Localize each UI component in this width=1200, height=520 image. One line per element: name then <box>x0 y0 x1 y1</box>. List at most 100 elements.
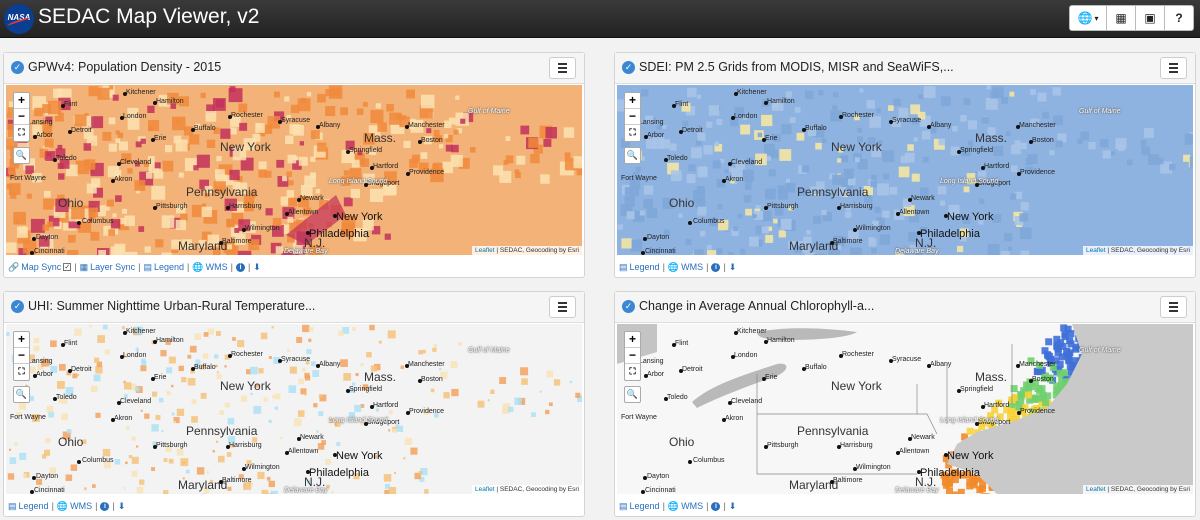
help-button[interactable]: ? <box>1164 5 1194 31</box>
layout-grid-button[interactable]: ▦ <box>1106 5 1136 31</box>
fullscreen-button[interactable]: ⛶ <box>625 364 640 380</box>
map-label-springfield: Springfield <box>960 386 994 393</box>
fullscreen-button[interactable]: ⛶ <box>625 125 640 141</box>
zoom-out-button[interactable]: − <box>14 348 29 364</box>
panel-footer: 🔗 Map Sync ✓ | ▦ Layer Sync | ▤ Legend |… <box>8 261 261 273</box>
city-marker <box>837 445 841 449</box>
map-label-boston: Boston <box>1032 137 1054 144</box>
image-export-button[interactable]: ▣ <box>1135 5 1165 31</box>
panel-footer: ▤ Legend | 🌐 WMS | i | ⬇ <box>619 500 737 512</box>
wms-link[interactable]: WMS <box>206 262 228 272</box>
wms-link[interactable]: WMS <box>70 501 92 511</box>
city-marker <box>242 467 246 471</box>
leaflet-link[interactable]: Leaflet <box>1086 486 1106 493</box>
nasa-logo[interactable]: NASA <box>4 4 34 34</box>
zoom-out-button[interactable]: − <box>625 348 640 364</box>
panel-menu-button[interactable] <box>1160 57 1187 79</box>
attribution-text: | SEDAC, Geocoding by Esri <box>494 247 579 254</box>
map-view[interactable]: Kitchener Hamilton London Flint Lansing Arbor… <box>6 85 582 255</box>
map-label-ohio: Ohio <box>58 196 84 210</box>
map-attribution: Leaflet | SEDAC, Geocoding by Esri <box>1083 485 1193 494</box>
fullscreen-button[interactable]: ⛶ <box>14 364 29 380</box>
check-circle-icon: ✓ <box>622 300 635 313</box>
panel-title: UHI: Summer Nighttime Urban-Rural Temper… <box>28 299 316 313</box>
city-marker <box>111 418 115 422</box>
map-sync-link[interactable]: Map Sync <box>21 262 61 272</box>
city-marker <box>346 389 350 393</box>
map-label-buffalo: Buffalo <box>194 125 216 132</box>
check-circle-icon: ✓ <box>622 61 635 74</box>
map-label-albany: Albany <box>930 361 952 368</box>
map-label-fort-wayne: Fort Wayne <box>621 175 657 182</box>
wms-link[interactable]: WMS <box>681 262 703 272</box>
check-circle-icon: ✓ <box>11 61 24 74</box>
legend-link[interactable]: Legend <box>630 501 660 511</box>
map-label-syracuse: Syracuse <box>281 117 311 124</box>
map-view[interactable]: Kitchener Hamilton London Flint Lansing Arbor… <box>6 324 582 494</box>
city-marker <box>285 212 289 216</box>
zoom-in-button[interactable]: + <box>625 93 640 109</box>
zoom-out-button[interactable]: − <box>625 109 640 125</box>
download-icon[interactable]: ⬇ <box>729 501 737 512</box>
map-label-columbus: Columbus <box>693 218 725 225</box>
map-panel-pm25: ✓ SDEI: PM 2.5 Grids from MODIS, MISR an… <box>614 52 1196 278</box>
leaflet-link[interactable]: Leaflet <box>475 247 495 254</box>
leaflet-link[interactable]: Leaflet <box>1086 247 1106 254</box>
search-button[interactable]: 🔍 <box>13 147 30 164</box>
zoom-in-button[interactable]: + <box>14 332 29 348</box>
layer-sync-link[interactable]: Layer Sync <box>90 262 135 272</box>
map-label-long-island-sound: Long Island Sound <box>940 417 999 424</box>
info-icon[interactable]: i <box>711 262 721 272</box>
search-button[interactable]: 🔍 <box>624 386 641 403</box>
map-label-providence: Providence <box>409 408 445 415</box>
city-marker <box>68 130 72 134</box>
map-view[interactable]: Kitchener Hamilton London Flint Lansing Arbor… <box>617 324 1193 494</box>
fullscreen-button[interactable]: ⛶ <box>14 125 29 141</box>
map-label-toledo: Toledo <box>56 155 77 162</box>
zoom-in-button[interactable]: + <box>625 332 640 348</box>
map-label-harrisburg: Harrisburg <box>229 203 262 210</box>
map-sync-checkbox[interactable]: ✓ <box>63 263 72 271</box>
city-marker <box>117 162 121 166</box>
city-marker <box>975 183 979 187</box>
panel-menu-button[interactable] <box>1160 296 1187 318</box>
map-label-erie: Erie <box>154 135 167 142</box>
map-label-syracuse: Syracuse <box>892 356 922 363</box>
download-icon[interactable]: ⬇ <box>253 262 261 273</box>
panel-menu-button[interactable] <box>549 57 576 79</box>
city-marker <box>61 343 65 347</box>
globe-dropdown-button[interactable]: 🌐 ▾ <box>1069 5 1107 31</box>
link-icon: 🔗 <box>8 261 20 272</box>
map-view[interactable]: Kitchener Hamilton London Flint Lansing Arbor… <box>617 85 1193 255</box>
info-icon[interactable]: i <box>711 501 721 511</box>
search-button[interactable]: 🔍 <box>13 386 30 403</box>
search-button[interactable]: 🔍 <box>624 147 641 164</box>
panel-menu-button[interactable] <box>549 296 576 318</box>
zoom-out-button[interactable]: − <box>14 109 29 125</box>
zoom-in-button[interactable]: + <box>14 93 29 109</box>
zoom-control: + − ⛶ <box>624 331 641 381</box>
globe-icon: 🌐 <box>56 500 69 511</box>
legend-link[interactable]: Legend <box>154 262 184 272</box>
map-label-pennsylvania: Pennsylvania <box>186 185 258 199</box>
download-icon[interactable]: ⬇ <box>729 262 737 273</box>
download-icon[interactable]: ⬇ <box>118 501 126 512</box>
map-label-allentown: Allentown <box>288 209 319 216</box>
city-marker <box>672 104 676 108</box>
legend-link[interactable]: Legend <box>19 501 49 511</box>
map-label-kitchener: Kitchener <box>126 328 156 335</box>
map-label-erie: Erie <box>765 374 778 381</box>
info-icon[interactable]: i <box>100 501 110 511</box>
map-label-akron: Akron <box>114 176 133 183</box>
leaflet-link[interactable]: Leaflet <box>475 486 495 493</box>
info-icon[interactable]: i <box>235 262 245 272</box>
legend-icon: ▤ <box>619 261 628 272</box>
wms-link[interactable]: WMS <box>681 501 703 511</box>
grid-icon: ▦ <box>1115 11 1127 25</box>
city-marker <box>944 214 948 218</box>
panel-footer: ▤ Legend | 🌐 WMS | i | ⬇ <box>8 500 126 512</box>
panel-title: GPWv4: Population Density - 2015 <box>28 60 222 74</box>
city-marker <box>153 206 157 210</box>
city-marker <box>297 198 301 202</box>
legend-link[interactable]: Legend <box>630 262 660 272</box>
